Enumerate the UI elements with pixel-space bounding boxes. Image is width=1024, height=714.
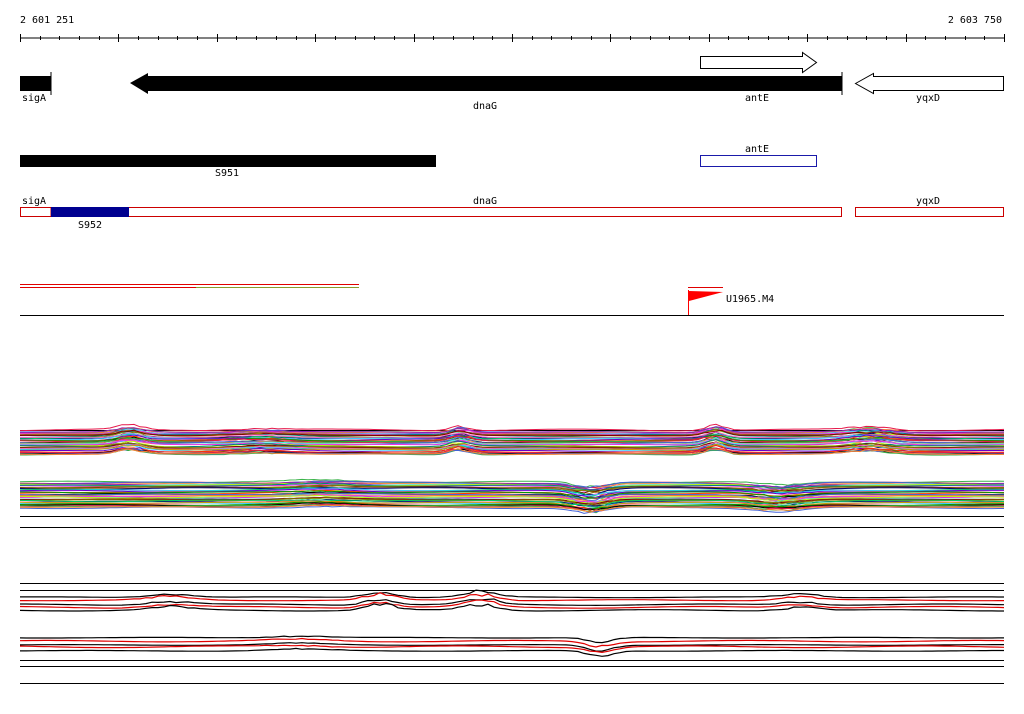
- marker-label[interactable]: U1965.M4: [726, 294, 774, 305]
- gene-yqxD[interactable]: [854, 72, 1004, 95]
- annotation-s952-label: S952: [78, 220, 102, 231]
- profile-track-2-lines: [19, 478, 1005, 514]
- gene-sigA-label: sigA: [22, 93, 46, 104]
- annotation-sigA-label: sigA: [22, 196, 46, 207]
- coordinate-ruler: 2 601 251 2 603 750: [20, 15, 1005, 42]
- annotation-track: sigA dnaG yqxD S952: [20, 196, 1004, 231]
- gene-sigA[interactable]: [20, 76, 51, 91]
- segment-antE-label: antE: [745, 144, 769, 155]
- gene-yqxD-label: yqxD: [916, 93, 940, 104]
- annotation-dnaG-label: dnaG: [473, 196, 497, 207]
- annotation-yqxD-label: yqxD: [916, 196, 940, 207]
- segment-s951-label: S951: [215, 168, 239, 179]
- profile-line: [20, 647, 1004, 657]
- marker-flag-icon[interactable]: [689, 291, 723, 301]
- segment-track: S951 antE: [20, 144, 817, 179]
- profile-track-1: [19, 423, 1005, 456]
- annotation-s952[interactable]: [51, 207, 129, 217]
- profile-track-3-lines: [19, 589, 1005, 657]
- annotation-sigA-dnaG-box[interactable]: [20, 207, 842, 217]
- gene-antE[interactable]: [700, 51, 818, 74]
- ruler-end-label: 2 603 750: [948, 15, 1002, 26]
- profile-track-2: [19, 478, 1005, 528]
- segment-s951[interactable]: [20, 155, 436, 167]
- gene-antE-label: antE: [745, 93, 769, 104]
- gene-dnaG-label: dnaG: [473, 101, 497, 112]
- marker-track: U1965.M4: [20, 284, 1004, 316]
- gene-track: sigA dnaG antE yqxD: [20, 51, 1004, 112]
- genome-browser-view: 2 601 251 2 603 750 sigA dnaG antE yqxD …: [19, 15, 1005, 684]
- profile-track-3: [19, 583, 1005, 684]
- profile-track-1-lines: [19, 423, 1005, 456]
- segment-antE-box[interactable]: [700, 155, 817, 167]
- gene-dnaG[interactable]: [130, 73, 842, 94]
- ruler-start-label: 2 601 251: [20, 15, 74, 26]
- annotation-yqxD-box[interactable]: [855, 207, 1004, 217]
